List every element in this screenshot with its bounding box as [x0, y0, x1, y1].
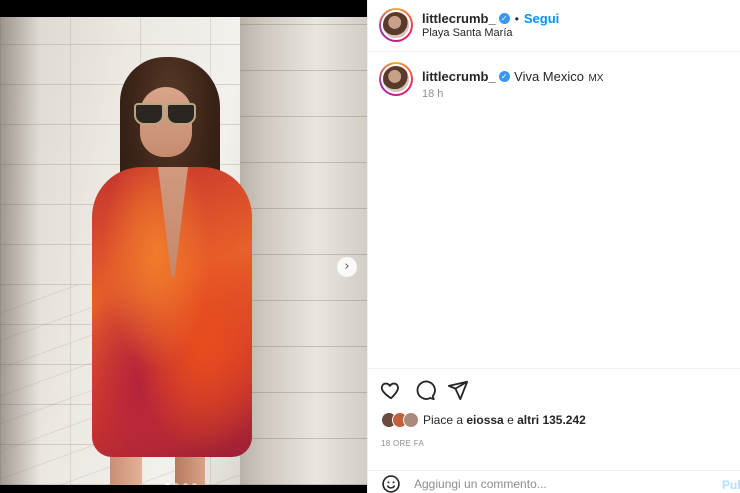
verified-badge-icon: ✓ [498, 13, 510, 25]
likes-connector: e [507, 413, 514, 427]
likes-text[interactable]: Piace a eiossa e altri 135.242 [423, 413, 586, 427]
post-date[interactable]: 18 ORE FA [381, 439, 424, 448]
verified-badge-icon: ✓ [498, 71, 510, 83]
caption-avatar[interactable] [379, 62, 413, 96]
carousel-dot [183, 483, 188, 485]
comment-input[interactable] [414, 477, 694, 491]
post-side-panel: littlecrumb_ ✓ • Segui Playa Santa María li… [367, 0, 740, 493]
heart-icon[interactable] [380, 379, 402, 401]
likes-prefix: Piace a [423, 413, 464, 427]
author-username[interactable]: littlecrumb_ [422, 11, 496, 26]
caption-line: littlecrumb_ ✓ Viva Mexico MX [422, 68, 603, 86]
comment-bar: Pubblica [368, 470, 740, 493]
likes-summary: Piace a eiossa e altri 135.242 [381, 412, 586, 428]
caption-username[interactable]: littlecrumb_ [422, 69, 496, 84]
avatar-image [381, 64, 411, 94]
carousel-dot [165, 483, 170, 485]
header-line: littlecrumb_ ✓ • Segui [422, 10, 559, 28]
pillar-lines [240, 17, 367, 485]
chevron-right-icon: › [344, 259, 350, 274]
likes-count[interactable]: altri 135.242 [517, 413, 586, 427]
comment-icon[interactable] [414, 379, 436, 401]
emoji-icon[interactable] [381, 474, 401, 493]
follow-button[interactable]: Segui [524, 11, 559, 26]
caption-text: Viva Mexico [514, 69, 584, 84]
post-photo[interactable]: › [0, 17, 367, 485]
carousel-dot [174, 483, 179, 485]
paper-plane-icon[interactable] [447, 379, 469, 401]
separator-dot: • [514, 12, 519, 26]
publish-button[interactable]: Pubblica [722, 478, 740, 492]
caption-country-code: MX [588, 73, 604, 84]
caption-timestamp[interactable]: 18 h [422, 88, 443, 100]
liker-avatar [403, 412, 419, 428]
liker-username[interactable]: eiossa [466, 413, 503, 427]
sunglasses [134, 103, 196, 125]
author-avatar[interactable] [379, 8, 413, 42]
carousel-dot [192, 483, 197, 485]
carousel-indicator [165, 483, 197, 485]
avatar-image [381, 10, 411, 40]
post-location[interactable]: Playa Santa María [422, 27, 513, 39]
carousel-next-button[interactable]: › [337, 257, 357, 277]
post-header: littlecrumb_ ✓ • Segui Playa Santa María [368, 0, 740, 52]
